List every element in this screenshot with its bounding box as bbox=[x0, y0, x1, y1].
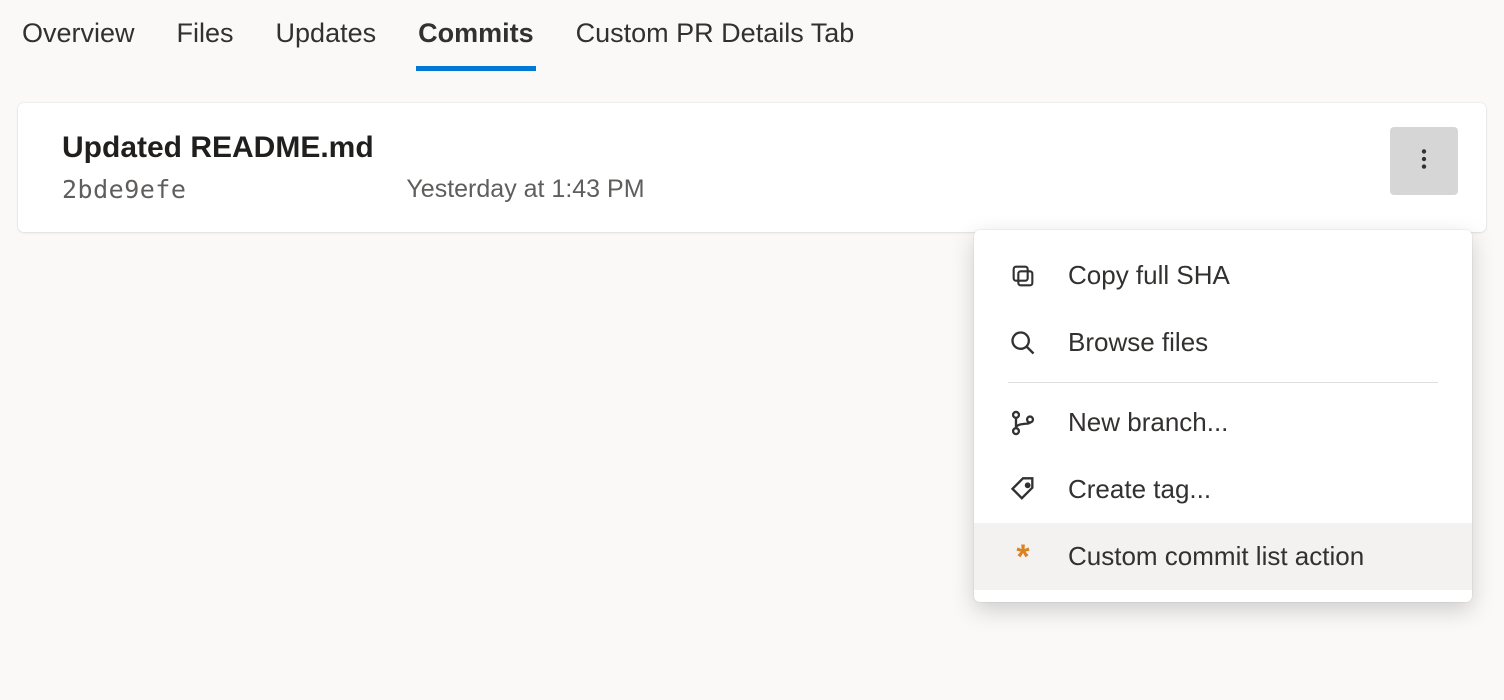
more-vertical-icon bbox=[1411, 146, 1437, 177]
commit-meta: 2bde9efe Yesterday at 1:43 PM bbox=[62, 175, 1442, 204]
menu-custom-commit-list-action[interactable]: * Custom commit list action bbox=[974, 523, 1472, 590]
menu-copy-full-sha[interactable]: Copy full SHA bbox=[974, 242, 1472, 309]
menu-browse-files[interactable]: Browse files bbox=[974, 309, 1472, 376]
menu-item-label: Custom commit list action bbox=[1068, 541, 1364, 572]
menu-item-label: New branch... bbox=[1068, 407, 1228, 438]
commit-timestamp: Yesterday at 1:43 PM bbox=[406, 175, 644, 204]
commit-title: Updated README.md bbox=[62, 131, 1442, 165]
commit-card: Updated README.md 2bde9efe Yesterday at … bbox=[18, 103, 1486, 232]
pr-tabs: Overview Files Updates Commits Custom PR… bbox=[0, 0, 1504, 71]
tag-icon bbox=[1008, 475, 1038, 505]
menu-separator bbox=[1008, 382, 1438, 383]
branch-icon bbox=[1008, 408, 1038, 438]
menu-create-tag[interactable]: Create tag... bbox=[974, 456, 1472, 523]
copy-icon bbox=[1008, 261, 1038, 291]
menu-new-branch[interactable]: New branch... bbox=[974, 389, 1472, 456]
commit-actions-menu: Copy full SHA Browse files New branch...… bbox=[974, 230, 1472, 602]
menu-item-label: Copy full SHA bbox=[1068, 260, 1230, 291]
tab-updates[interactable]: Updates bbox=[274, 10, 379, 71]
tab-commits[interactable]: Commits bbox=[416, 10, 536, 71]
tab-custom-pr-details[interactable]: Custom PR Details Tab bbox=[574, 10, 857, 71]
commit-sha: 2bde9efe bbox=[62, 175, 186, 204]
tab-files[interactable]: Files bbox=[175, 10, 236, 71]
asterisk-icon: * bbox=[1008, 542, 1038, 572]
more-actions-button[interactable] bbox=[1390, 127, 1458, 195]
menu-item-label: Browse files bbox=[1068, 327, 1208, 358]
menu-item-label: Create tag... bbox=[1068, 474, 1211, 505]
search-icon bbox=[1008, 328, 1038, 358]
tab-overview[interactable]: Overview bbox=[20, 10, 137, 71]
